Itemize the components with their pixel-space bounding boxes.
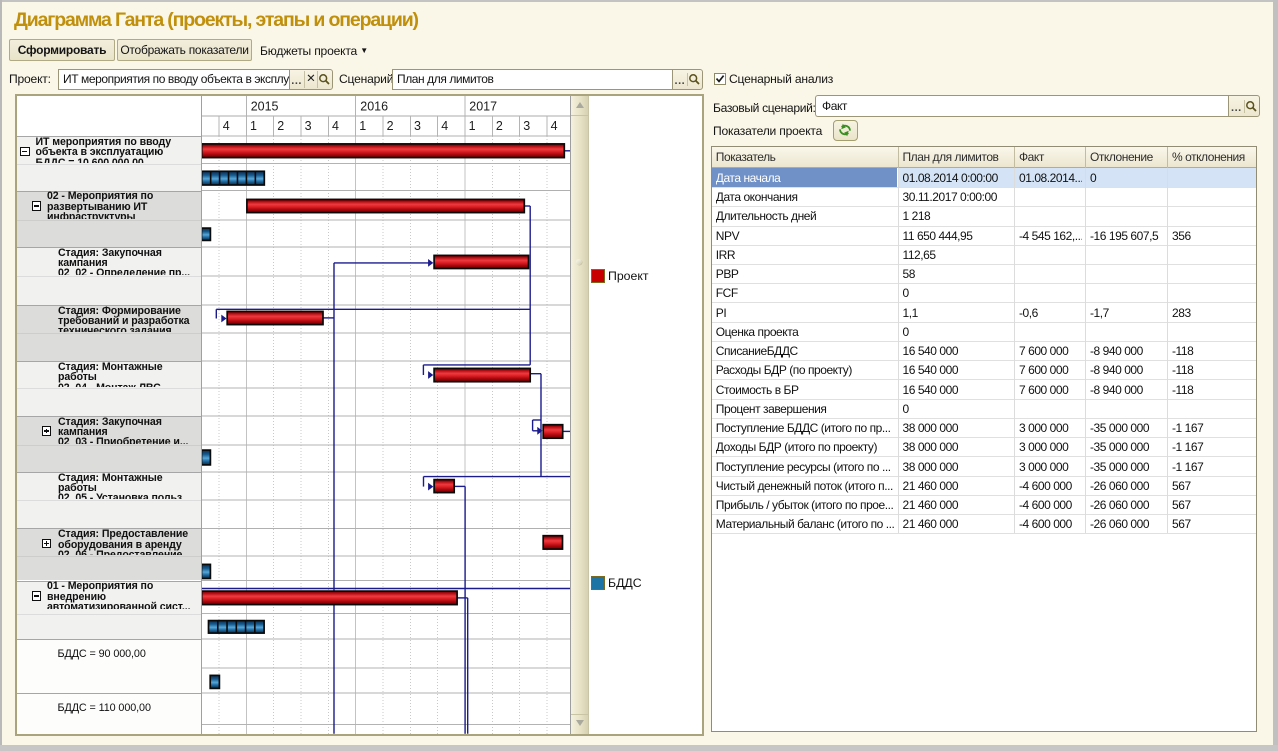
svg-text:1: 1 [360,119,367,133]
svg-text:4: 4 [442,119,449,133]
svg-text:2015: 2015 [251,99,279,113]
svg-text:2016: 2016 [361,99,389,113]
svg-text:2: 2 [278,119,285,133]
svg-text:3: 3 [414,119,421,133]
svg-text:1: 1 [469,119,476,133]
svg-text:4: 4 [332,119,339,133]
svg-text:4: 4 [223,119,230,133]
svg-text:2017: 2017 [470,99,498,113]
svg-text:3: 3 [523,119,530,133]
svg-text:2: 2 [387,119,394,133]
svg-text:1: 1 [250,119,257,133]
svg-text:2: 2 [496,119,503,133]
svg-text:4: 4 [551,119,558,133]
svg-text:3: 3 [305,119,312,133]
